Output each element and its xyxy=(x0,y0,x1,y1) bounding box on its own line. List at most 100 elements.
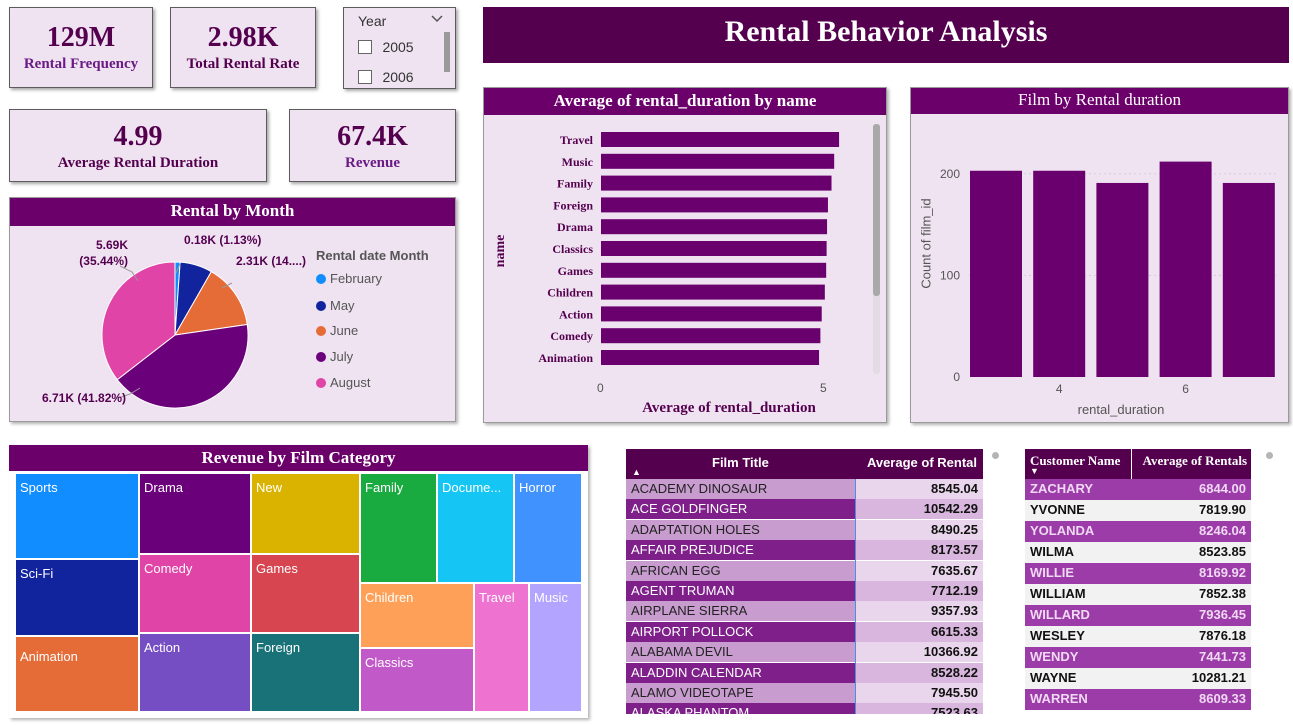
more-options-icon[interactable] xyxy=(1266,452,1273,459)
column-header-average-of-rentals[interactable]: Average of Rentals xyxy=(1143,453,1247,469)
bar-animation[interactable] xyxy=(601,350,820,365)
cell-average-of-rentals: 10281.21 xyxy=(1191,670,1246,685)
table-row[interactable]: ACADEMY DINOSAUR 8545.04 xyxy=(626,479,983,499)
table-row[interactable]: WILLIE 8169.92 xyxy=(1025,563,1251,584)
column-divider xyxy=(855,479,856,714)
x-tick-label: 4 xyxy=(1056,382,1063,396)
table-row[interactable]: ALAMO VIDEOTAPE 7945.50 xyxy=(626,683,983,703)
column-header-average-of-rental[interactable]: Average of Rental xyxy=(867,455,977,470)
treemap-cell-action[interactable]: Action xyxy=(139,633,251,712)
column-header-film-title[interactable]: Film Title xyxy=(712,455,769,470)
cell-average-of-rental: 10542.29 xyxy=(923,501,978,517)
bar-children[interactable] xyxy=(601,284,825,300)
legend-item-august[interactable]: August xyxy=(316,375,370,390)
checkbox[interactable] xyxy=(358,40,372,54)
treemap-cell-family[interactable]: Family xyxy=(360,473,437,583)
legend-item-february[interactable]: February xyxy=(316,271,382,286)
table-row[interactable]: AFFAIR PREJUDICE 8173.57 xyxy=(626,540,983,561)
cell-customer-name: YVONNE xyxy=(1030,502,1085,517)
table-row[interactable]: WESLEY 7876.18 xyxy=(1025,626,1251,647)
treemap-cell-drama[interactable]: Drama xyxy=(139,473,251,554)
table-row[interactable]: AFRICAN EGG 7635.67 xyxy=(626,560,983,581)
cell-film-title: ALADDIN CALENDAR xyxy=(631,664,762,680)
treemap-cell-horror[interactable]: Horror xyxy=(514,473,582,583)
table-row[interactable]: WAYNE 10281.21 xyxy=(1025,668,1251,689)
treemap-cell-new[interactable]: New xyxy=(251,473,360,554)
sort-descending-icon[interactable]: ▼ xyxy=(1030,466,1039,476)
table-row[interactable]: ALADDIN CALENDAR 8528.22 xyxy=(626,662,983,683)
cell-film-title: ADAPTATION HOLES xyxy=(631,521,760,537)
table-row[interactable]: WILMA 8523.85 xyxy=(1025,542,1251,563)
table-body: ZACHARY 6844.00 YVONNE 7819.90 YOLANDA 8246.0… xyxy=(1025,479,1251,715)
table-row[interactable]: ALABAMA DEVIL 10366.92 xyxy=(626,642,983,663)
bar-foreign[interactable] xyxy=(601,197,828,213)
table-row[interactable]: WARREN 8609.33 xyxy=(1025,689,1251,710)
x-axis-label: rental_duration xyxy=(1077,402,1165,417)
treemap-cell-children[interactable]: Children xyxy=(360,583,474,648)
treemap-cell-travel[interactable]: Travel xyxy=(474,583,529,712)
year-option-2006[interactable]: 2006 xyxy=(358,69,414,87)
treemap-cell-foreign[interactable]: Foreign xyxy=(251,633,360,712)
chevron-down-icon[interactable] xyxy=(430,12,444,26)
scrollbar-track[interactable] xyxy=(873,124,880,374)
kpi-label: Average Rental Duration xyxy=(57,155,219,171)
table-row[interactable]: YOLANDA 8246.04 xyxy=(1025,521,1251,542)
kpi-label: Rental Frequency xyxy=(23,56,139,72)
year-option-2005[interactable]: 2005 xyxy=(358,39,414,57)
scrollbar-thumb[interactable] xyxy=(873,124,880,296)
legend-marker xyxy=(316,274,326,284)
treemap-cell-classics[interactable]: Classics xyxy=(360,648,474,712)
checkbox[interactable] xyxy=(358,70,372,84)
bar-duration-3[interactable] xyxy=(970,170,1022,377)
cell-film-title: AFRICAN EGG xyxy=(631,562,721,578)
legend-label: July xyxy=(330,349,354,364)
table-row[interactable]: ADAPTATION HOLES 8490.25 xyxy=(626,519,983,540)
bar-travel[interactable] xyxy=(601,132,840,147)
column-header-customer-name[interactable]: Customer Name xyxy=(1030,453,1120,469)
table-row[interactable]: WENDY 7441.73 xyxy=(1025,647,1251,668)
legend-item-june[interactable]: June xyxy=(316,323,358,338)
vbar-plot: 0 100 200 4 6 xyxy=(940,161,1277,396)
x-axis-label: Average of rental_duration xyxy=(642,400,816,416)
bar-action[interactable] xyxy=(601,306,822,322)
slicer-scrollbar[interactable] xyxy=(444,32,450,72)
table-row[interactable]: ACE GOLDFINGER 10542.29 xyxy=(626,499,983,520)
cell-customer-name: WILMA xyxy=(1030,544,1075,559)
bar-duration-7[interactable] xyxy=(1222,182,1275,377)
treemap-cell-animation[interactable]: Animation xyxy=(15,636,139,712)
table-row[interactable]: WILLARD 7936.45 xyxy=(1025,605,1251,626)
bar-duration-5[interactable] xyxy=(1096,182,1149,377)
bar-family[interactable] xyxy=(601,175,832,191)
table-row[interactable]: WILLIAM 7852.38 xyxy=(1025,584,1251,605)
treemap-cell-sports[interactable]: Sports xyxy=(15,473,139,559)
more-options-icon[interactable] xyxy=(992,452,999,459)
bar-music[interactable] xyxy=(601,153,835,169)
cell-average-of-rental: 8173.57 xyxy=(931,542,978,558)
table-row[interactable]: ZACHARY 6844.00 xyxy=(1025,479,1251,500)
category-label: Travel xyxy=(560,133,594,147)
bar-classics[interactable] xyxy=(601,241,827,256)
table-row[interactable]: AGENT TRUMAN 7712.19 xyxy=(626,581,983,601)
bar-drama[interactable] xyxy=(601,219,828,235)
legend-item-july[interactable]: July xyxy=(316,349,353,364)
treemap-cell-sci-fi[interactable]: Sci-Fi xyxy=(15,559,139,636)
kpi-value: 129M xyxy=(46,22,116,53)
bar-duration-6[interactable] xyxy=(1159,161,1212,377)
table-row[interactable]: AIRPORT POLLOCK 6615.33 xyxy=(626,621,983,642)
bar-duration-4[interactable] xyxy=(1033,170,1086,377)
cell-film-title: ALAMO VIDEOTAPE xyxy=(631,685,754,700)
treemap-cell-music[interactable]: Music xyxy=(529,583,582,712)
treemap-cell-documentary[interactable]: Docume... xyxy=(437,473,514,583)
bar-comedy[interactable] xyxy=(601,328,821,344)
table-row[interactable]: AIRPLANE SIERRA 9357.93 xyxy=(626,601,983,622)
bar-games[interactable] xyxy=(601,262,827,278)
legend-item-may[interactable]: May xyxy=(316,298,355,313)
cell-film-title: ACE GOLDFINGER xyxy=(631,501,748,517)
treemap-cell-comedy[interactable]: Comedy xyxy=(139,554,251,633)
table-row[interactable]: YVONNE 7819.90 xyxy=(1025,500,1251,521)
table-row[interactable]: ALASKA PHANTOM 7523.63 xyxy=(626,703,983,714)
year-slicer[interactable]: Year 2005 2006 xyxy=(343,7,456,89)
sort-ascending-icon[interactable]: ▲ xyxy=(632,467,641,477)
treemap-cell-games[interactable]: Games xyxy=(251,554,360,633)
cell-average-of-rentals: 8246.04 xyxy=(1199,523,1246,538)
